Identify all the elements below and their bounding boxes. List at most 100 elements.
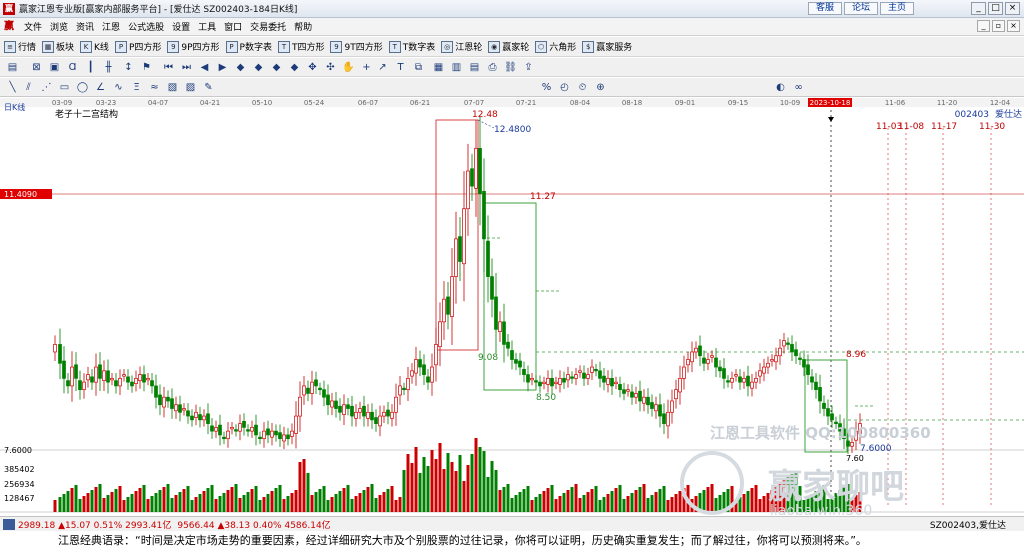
indicator-icon[interactable]: Ɑ: [66, 61, 79, 74]
crosshair-icon[interactable]: +: [360, 61, 373, 74]
menu-trade[interactable]: 交易委托: [246, 20, 290, 33]
sector-button[interactable]: ▦ 板块: [42, 40, 74, 53]
link-icon[interactable]: ⛓: [504, 61, 517, 74]
9t-square-button[interactable]: 9 9T四方形: [330, 40, 383, 53]
text-icon[interactable]: T: [394, 61, 407, 74]
volume-bar: [53, 500, 57, 512]
next-icon[interactable]: ▶: [216, 61, 229, 74]
menu-help[interactable]: 帮助: [290, 20, 316, 33]
mdi-restore-icon[interactable]: ▫: [992, 20, 1005, 32]
menu-browse[interactable]: 浏览: [46, 20, 72, 33]
menu-file[interactable]: 文件: [20, 20, 46, 33]
menu-settings[interactable]: 设置: [168, 20, 194, 33]
volume-bar: [222, 493, 226, 512]
forum-link[interactable]: 论坛: [844, 2, 878, 15]
hexagon-button[interactable]: ⬡ 六角形: [535, 40, 576, 53]
close-icon[interactable]: ×: [1005, 2, 1020, 15]
kline-chart[interactable]: 03-09 03-23 04-07 04-21 05-10 05-24 06-07 06-21…: [0, 98, 1024, 519]
date-tick: 06-07: [358, 99, 378, 107]
p-square-icon: P: [114, 40, 127, 53]
fib-tool-icon[interactable]: Ξ: [130, 81, 143, 94]
cycle-tool-icon[interactable]: ∿: [112, 81, 125, 94]
box-tool-icon[interactable]: ▭: [58, 81, 71, 94]
period-icon[interactable]: ↕: [122, 61, 135, 74]
homepage-link[interactable]: 主页: [880, 2, 914, 15]
calendar-icon[interactable]: ▣: [48, 61, 61, 74]
winner-service-button[interactable]: $ 赢家服务: [582, 40, 632, 53]
diamond-right-icon[interactable]: ◆: [288, 61, 301, 74]
percent-tool-icon[interactable]: %: [540, 81, 553, 94]
volume-bar: [302, 459, 306, 512]
prev-icon[interactable]: ◀: [198, 61, 211, 74]
candle-icon[interactable]: ┃: [84, 61, 97, 74]
p-number-table-button[interactable]: P P数字表: [225, 40, 272, 53]
candle-body: [486, 240, 490, 277]
candle-body: [274, 430, 278, 436]
infinity-icon[interactable]: ∞: [792, 81, 805, 94]
copy-icon[interactable]: ⧉: [412, 61, 425, 74]
hand-icon[interactable]: ✋: [342, 61, 355, 74]
color-icon[interactable]: ◐: [774, 81, 787, 94]
p-square-button[interactable]: P P四方形: [114, 40, 161, 53]
angle-tool-icon[interactable]: ∠: [94, 81, 107, 94]
menu-app-icon[interactable]: 赢: [4, 21, 16, 33]
chart-type-icon[interactable]: ▤: [6, 61, 19, 74]
menu-window[interactable]: 窗口: [220, 20, 246, 33]
fit-icon[interactable]: ✥: [306, 61, 319, 74]
time-tool-icon[interactable]: ⏲: [576, 81, 589, 94]
spiral-tool-icon[interactable]: ◴: [558, 81, 571, 94]
menu-formula-select[interactable]: 公式选股: [124, 20, 168, 33]
volume-bar: [646, 498, 650, 512]
mdi-minimize-icon[interactable]: _: [977, 20, 990, 32]
diamond-up-icon[interactable]: ◆: [234, 61, 247, 74]
chart-area[interactable]: 03-09 03-23 04-07 04-21 05-10 05-24 06-07 06-21…: [0, 98, 1024, 519]
menu-news[interactable]: 资讯: [72, 20, 98, 33]
arrow-icon[interactable]: ↗: [376, 61, 389, 74]
volume-bar: [390, 486, 394, 512]
fan-tool-icon[interactable]: ⋰: [40, 81, 53, 94]
volume-bar: [170, 498, 174, 512]
menu-gann[interactable]: 江恩: [98, 20, 124, 33]
expand-icon[interactable]: ✣: [324, 61, 337, 74]
diamond-left-icon[interactable]: ◆: [270, 61, 283, 74]
maximize-icon[interactable]: □: [988, 2, 1003, 15]
volume-bar: [86, 493, 90, 512]
candle-body: [182, 408, 186, 411]
candle-body: [242, 420, 246, 428]
last-icon[interactable]: ⏭: [180, 61, 193, 74]
save-icon[interactable]: ▥: [450, 61, 463, 74]
gann-wheel-button[interactable]: ◎ 江恩轮: [441, 40, 482, 53]
t-square-button[interactable]: T T四方形: [277, 40, 324, 53]
bar-icon[interactable]: ╫: [102, 61, 115, 74]
price-tag: 11.4090: [4, 190, 37, 199]
flag-icon[interactable]: ⚑: [140, 61, 153, 74]
volume-bar: [474, 438, 478, 512]
first-icon[interactable]: ⏮: [162, 61, 175, 74]
print-icon[interactable]: ⎙: [486, 61, 499, 74]
mdi-close-icon[interactable]: ×: [1007, 20, 1020, 32]
volume-bar: [402, 470, 406, 512]
ellipse-tool-icon[interactable]: ◯: [76, 81, 89, 94]
table-icon[interactable]: ▤: [468, 61, 481, 74]
wave-tool-icon[interactable]: ≈: [148, 81, 161, 94]
candle-body: [130, 381, 134, 387]
future-date-tick: 11-06: [885, 99, 906, 107]
channel-tool-icon[interactable]: ⫽: [22, 81, 35, 94]
winner-wheel-button[interactable]: ◉ 赢家轮: [488, 40, 529, 53]
grid-icon[interactable]: ▦: [432, 61, 445, 74]
mark-tool-icon[interactable]: ✎: [202, 81, 215, 94]
diamond-down-icon[interactable]: ◆: [252, 61, 265, 74]
minimize-icon[interactable]: _: [971, 2, 986, 15]
export-icon[interactable]: ⇪: [522, 61, 535, 74]
t-number-table-button[interactable]: T T数字表: [388, 40, 435, 53]
customer-service-link[interactable]: 客服: [808, 2, 842, 15]
price-tool-icon[interactable]: ⊕: [594, 81, 607, 94]
line-tool-icon[interactable]: ╲: [6, 81, 19, 94]
9p-square-button[interactable]: 9 9P四方形: [167, 40, 220, 53]
menu-tools[interactable]: 工具: [194, 20, 220, 33]
zoom-icon[interactable]: ⊠: [30, 61, 43, 74]
quotes-button[interactable]: ≡ 行情: [4, 40, 36, 53]
ruler-tool-icon[interactable]: ▨: [184, 81, 197, 94]
square-tool-icon[interactable]: ▧: [166, 81, 179, 94]
kline-button[interactable]: K K线: [80, 40, 109, 53]
